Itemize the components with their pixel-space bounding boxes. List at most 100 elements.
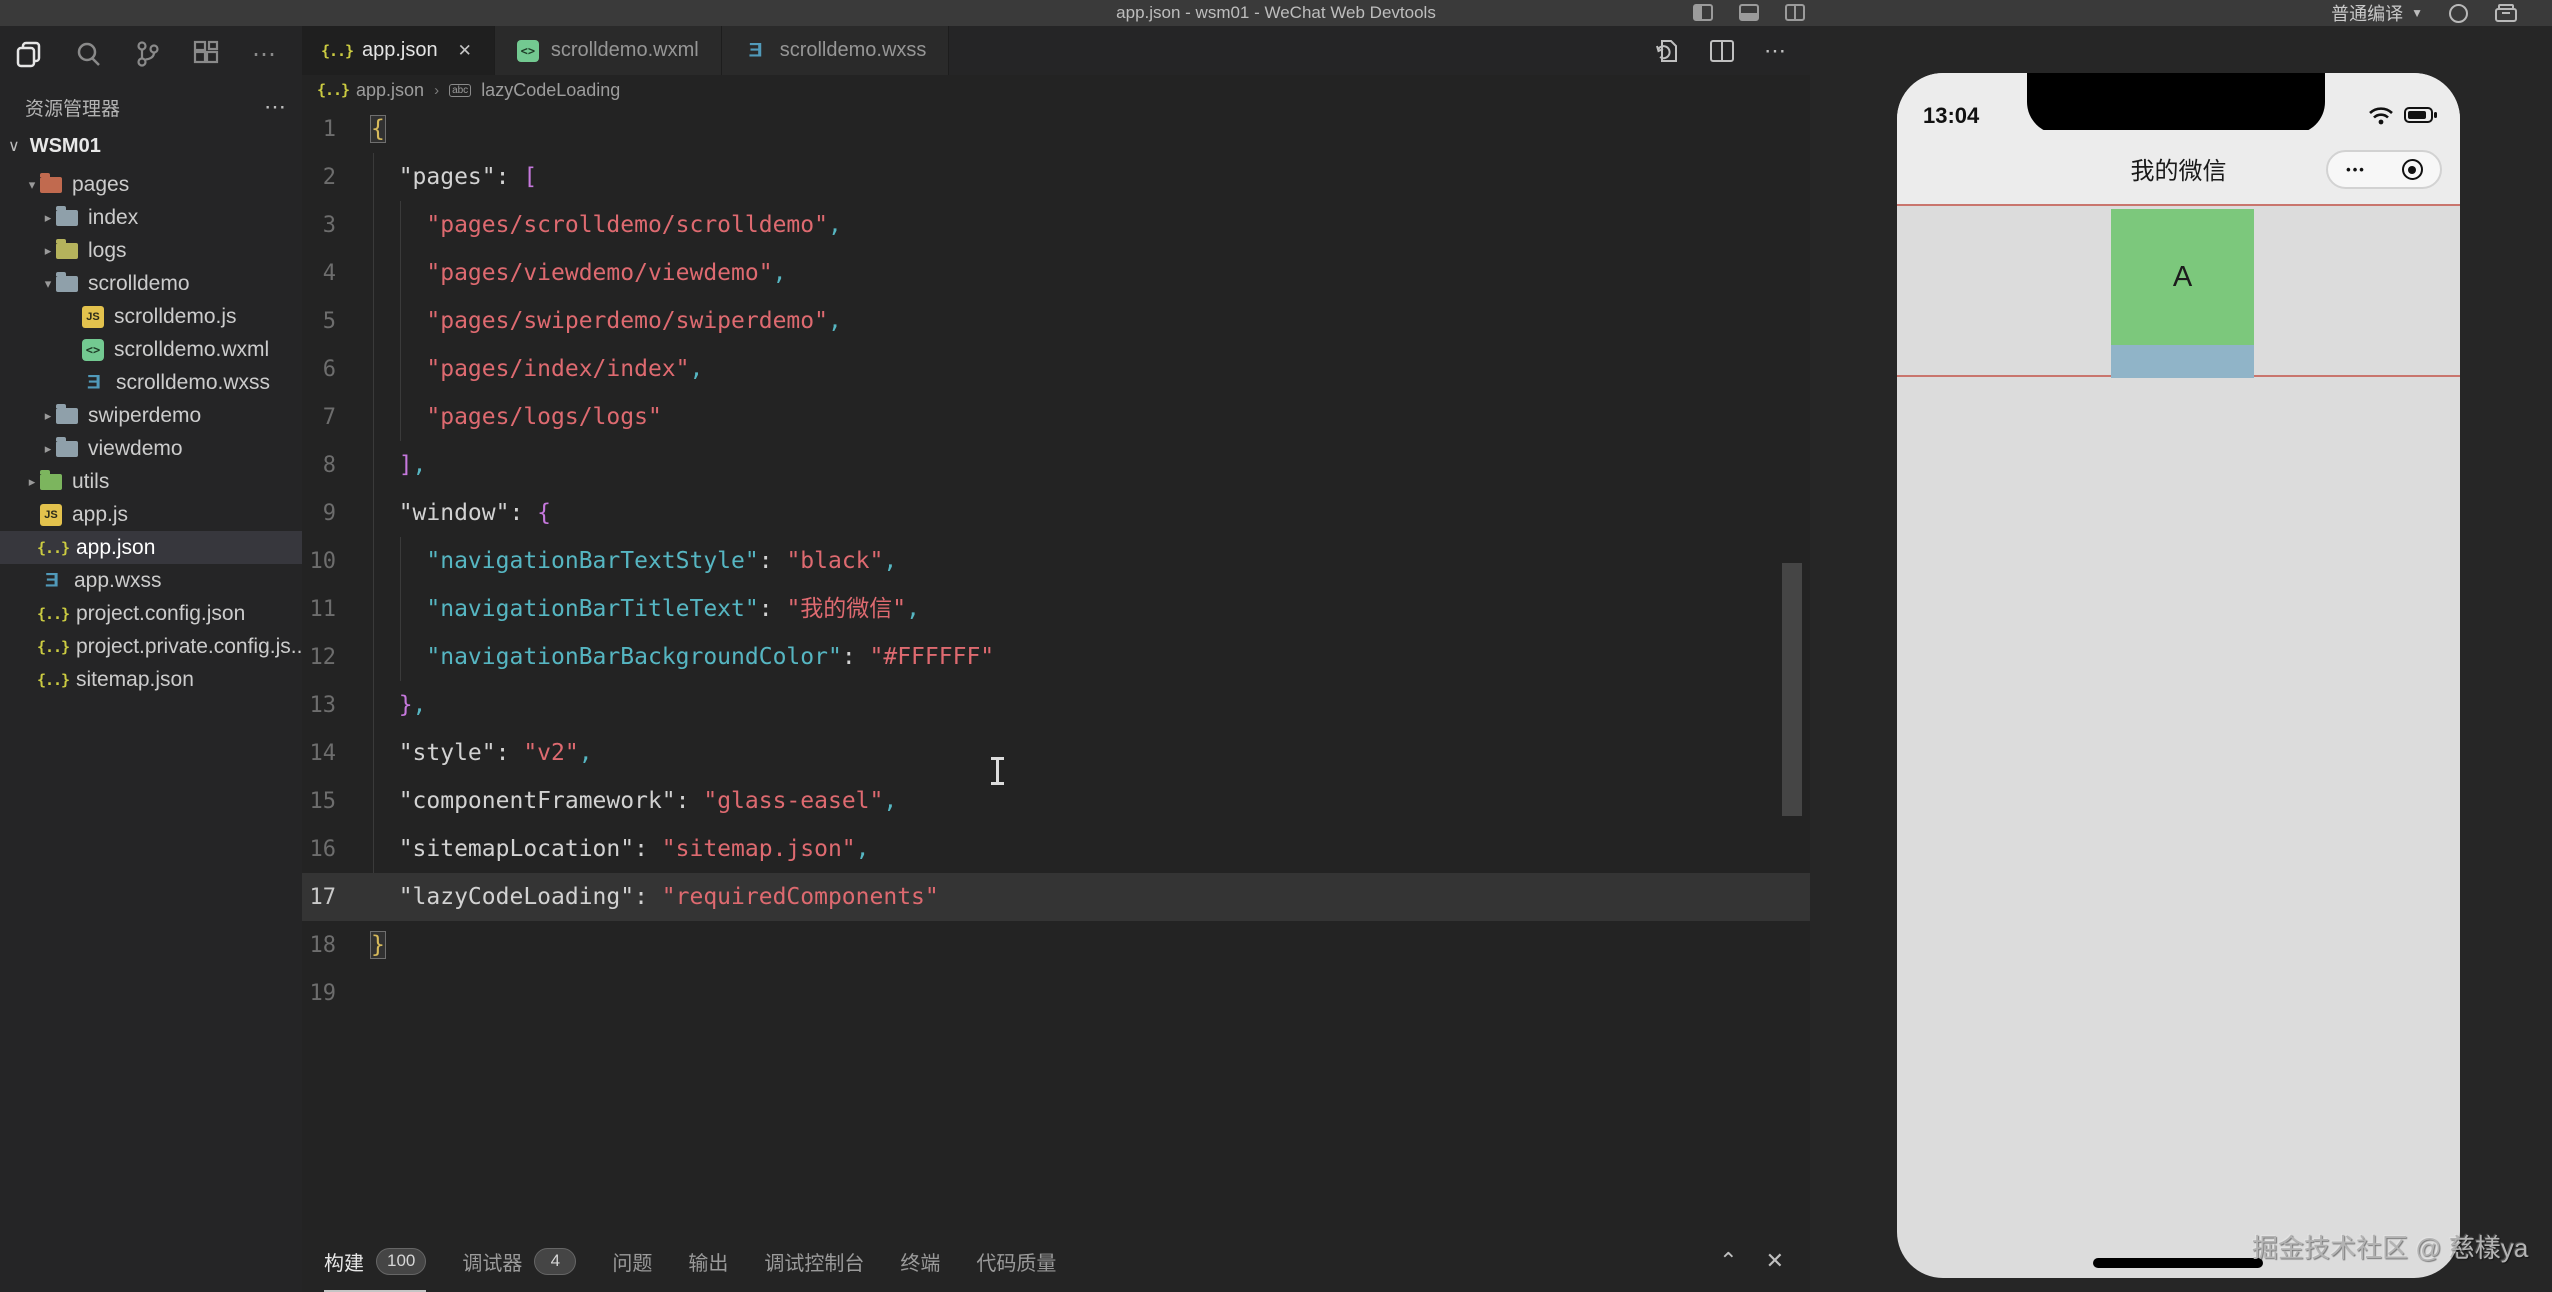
project-root-row[interactable]: ∨ WSM01 <box>0 130 302 162</box>
phone-navbar: 我的微信 ••• <box>1897 130 2460 204</box>
code-token: } <box>371 692 413 718</box>
panel-tab-badge: 4 <box>534 1247 577 1275</box>
panel-tab-终端[interactable]: 终端 <box>900 1230 940 1292</box>
panel-tab-构建[interactable]: 构建 100 <box>324 1230 427 1292</box>
panel-tab-调试器[interactable]: 调试器 4 <box>462 1230 577 1292</box>
json-file-icon: {..} <box>320 41 354 60</box>
toggle-panel-icon[interactable] <box>1739 4 1759 21</box>
tree-item-index[interactable]: ▸ index <box>0 201 302 234</box>
tree-arrow-icon[interactable]: ▸ <box>40 408 56 424</box>
scroll-item-b-peek <box>2111 345 2254 378</box>
panel-tab-输出[interactable]: 输出 <box>688 1230 728 1292</box>
capsule-close-icon[interactable] <box>2384 159 2440 180</box>
tree-item-pages[interactable]: ▾ pages <box>0 168 302 201</box>
explorer-icon[interactable] <box>14 39 44 69</box>
code-token: "sitemap.json" <box>661 836 856 862</box>
editor-tab-label: scrolldemo.wxss <box>779 39 927 61</box>
close-tab-icon[interactable]: ✕ <box>458 41 472 61</box>
folder-icon <box>56 271 78 292</box>
tree-item-swiperdemo[interactable]: ▸ swiperdemo <box>0 399 302 432</box>
code-line-4: 4 "pages/viewdemo/viewdemo", <box>302 249 1810 297</box>
code-line-16: 16 "sitemapLocation": "sitemap.json", <box>302 825 1810 873</box>
folder-icon <box>56 436 78 457</box>
line-number: 17 <box>309 885 337 910</box>
more-actions-icon[interactable]: ⋯ <box>250 39 280 69</box>
compile-status-icon[interactable] <box>2449 3 2468 23</box>
json-file-icon: {..} <box>316 81 350 99</box>
code-token: { <box>370 115 386 143</box>
editor-tab-scrolldemo.wxss[interactable]: Ǝscrolldemo.wxss <box>721 26 950 75</box>
breadcrumb[interactable]: {..} app.json › abc lazyCodeLoading <box>302 75 1810 105</box>
tree-item-app-js[interactable]: JS app.js <box>0 498 302 531</box>
watermark: 掘金技术社区 @ 慈樣ya <box>2252 1233 2529 1263</box>
tree-arrow-icon[interactable]: ▸ <box>40 441 56 457</box>
code-token: "navigationBarTextStyle" <box>371 548 759 574</box>
tree-arrow-icon[interactable]: ▸ <box>40 243 56 259</box>
code-token: "requiredComponents" <box>661 884 939 910</box>
code-token: "window": <box>371 500 538 526</box>
line-number: 1 <box>322 117 336 142</box>
tree-item-scrolldemo[interactable]: ▾ scrolldemo <box>0 267 302 300</box>
split-editor-icon[interactable] <box>1710 39 1734 63</box>
wxss-file-icon: Ǝ <box>86 371 101 393</box>
tree-item-project-private-config-js-[interactable]: {..} project.private.config.js... <box>0 630 302 663</box>
panel-tab-代码质量[interactable]: 代码质量 <box>976 1230 1056 1292</box>
compile-mode-dropdown[interactable]: 普通编译 ▼ <box>2331 0 2423 26</box>
code-token: "sitemapLocation": <box>371 836 662 862</box>
tree-item-label: swiperdemo <box>88 403 202 427</box>
line-number: 18 <box>309 933 337 958</box>
tree-item-app-wxss[interactable]: Ǝapp.wxss <box>0 564 302 597</box>
open-changes-icon[interactable] <box>1654 38 1680 64</box>
editor-tab-app.json[interactable]: {..} app.json ✕ <box>302 26 495 75</box>
project-root-label: WSM01 <box>29 134 101 157</box>
code-token: , <box>827 308 842 334</box>
code-token: "style": <box>371 740 524 766</box>
status-time: 13:04 <box>1923 103 1980 128</box>
tree-item-sitemap-json[interactable]: {..} sitemap.json <box>0 663 302 696</box>
tree-item-project-config-json[interactable]: {..} project.config.json <box>0 597 302 630</box>
code-token: "pages/scrolldemo/scrolldemo" <box>371 212 828 238</box>
wxss-file-icon: Ǝ <box>748 39 763 61</box>
code-token: "navigationBarBackgroundColor" <box>371 644 842 670</box>
simulator-panel: 13:04 我的微信 ••• A <box>1810 26 2552 1292</box>
editor-more-icon[interactable]: ⋯ <box>1764 38 1788 64</box>
tree-item-label: scrolldemo.js <box>114 304 237 328</box>
explorer-more-icon[interactable]: ⋯ <box>264 94 288 120</box>
tree-item-viewdemo[interactable]: ▸ viewdemo <box>0 432 302 465</box>
panel-collapse-icon[interactable]: ⌃ <box>1719 1248 1737 1274</box>
extensions-icon[interactable] <box>191 39 221 69</box>
tree-arrow-icon[interactable]: ▾ <box>24 177 40 193</box>
toggle-sidebar-icon[interactable] <box>1693 4 1713 21</box>
line-number: 13 <box>309 693 337 718</box>
tree-item-logs[interactable]: ▸ logs <box>0 234 302 267</box>
code-token: , <box>578 740 593 766</box>
tree-item-scrolldemo-wxss[interactable]: Ǝscrolldemo.wxss <box>0 366 302 399</box>
editor-scrollbar[interactable] <box>1782 563 1802 816</box>
preview-package-icon[interactable] <box>2494 3 2518 23</box>
code-editor[interactable]: 1{2 "pages": [3 "pages/scrolldemo/scroll… <box>302 105 1810 1025</box>
line-number: 19 <box>309 981 337 1006</box>
capsule-more-icon[interactable]: ••• <box>2328 162 2384 177</box>
editor-tab-scrolldemo.wxml[interactable]: <> scrolldemo.wxml <box>494 26 722 75</box>
panel-tab-调试控制台[interactable]: 调试控制台 <box>764 1230 864 1292</box>
scroll-view[interactable]: A <box>1897 204 2460 378</box>
code-line-5: 5 "pages/swiperdemo/swiperdemo", <box>302 297 1810 345</box>
line-number: 11 <box>309 597 337 622</box>
line-number: 4 <box>322 261 336 286</box>
tree-item-scrolldemo-js[interactable]: JS scrolldemo.js <box>0 300 302 333</box>
tree-arrow-icon[interactable]: ▸ <box>40 210 56 226</box>
tree-item-label: pages <box>72 172 130 196</box>
panel-tab-问题[interactable]: 问题 <box>612 1230 652 1292</box>
tree-item-label: project.private.config.js... <box>76 634 302 658</box>
panel-close-icon[interactable]: ✕ <box>1766 1248 1784 1274</box>
tree-item-utils[interactable]: ▸ utils <box>0 465 302 498</box>
tree-arrow-icon[interactable]: ▾ <box>40 276 56 292</box>
tree-arrow-icon[interactable]: ▸ <box>24 474 40 490</box>
breadcrumb-file: app.json <box>356 79 425 100</box>
source-control-icon[interactable] <box>132 39 162 69</box>
titlebar: app.json - wsm01 - WeChat Web Devtools 普… <box>0 0 2552 26</box>
tree-item-app-json[interactable]: {..} app.json <box>0 531 302 564</box>
tree-item-scrolldemo-wxml[interactable]: <> scrolldemo.wxml <box>0 333 302 366</box>
toggle-split-icon[interactable] <box>1785 4 1805 21</box>
search-icon[interactable] <box>73 39 103 69</box>
